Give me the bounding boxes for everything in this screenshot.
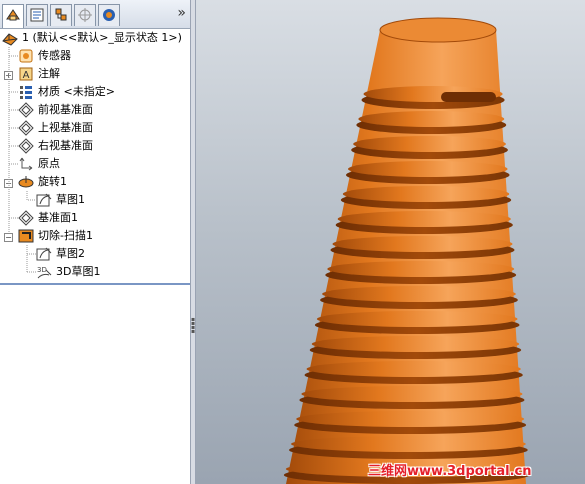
tree-item-label: 右视基准面	[38, 139, 93, 152]
expand-revolve-icon[interactable]: −	[4, 179, 13, 188]
tree-item-label: 材质 <未指定>	[38, 85, 115, 98]
expand-cut-sweep-icon[interactable]: −	[4, 233, 13, 242]
tab-propertymanager[interactable]	[26, 4, 48, 26]
tree-item-label: 传感器	[38, 49, 71, 62]
tree-item-label: 原点	[38, 157, 60, 170]
part-icon	[2, 33, 18, 46]
tab-dimxpert[interactable]	[74, 4, 96, 26]
plane-icon	[18, 138, 34, 154]
spiral-ring	[316, 311, 518, 327]
plane-icon	[18, 210, 34, 226]
panel-tab-bar: »	[0, 0, 190, 29]
part-slot	[441, 92, 496, 102]
annotation-icon: A	[19, 67, 33, 81]
tree-item-label: 上视基准面	[38, 121, 93, 134]
tree-panel-divider	[0, 283, 190, 285]
spiral-ring	[337, 211, 511, 227]
material-icon	[20, 86, 32, 99]
spiral-ring	[291, 436, 526, 452]
cut-sweep-icon	[18, 229, 34, 243]
splitter-grip-icon[interactable]: ▪ ▪ ▪ ▪	[191, 317, 195, 335]
featuremanager-icon	[6, 9, 20, 21]
revolve-icon	[18, 176, 34, 188]
3d-sketch-icon: 3D	[37, 266, 52, 279]
svg-text:A: A	[23, 70, 30, 81]
tree-item-label: 旋转1	[38, 175, 67, 188]
tree-item-label: 前视基准面	[38, 103, 93, 116]
svg-text:3D: 3D	[37, 266, 47, 274]
tree-item-label: 草图1	[56, 193, 85, 206]
plane-icon	[18, 120, 34, 136]
spiral-ring	[296, 411, 525, 427]
spiral-ring	[332, 236, 513, 252]
sensor-icon	[19, 49, 33, 63]
spiral-ring	[311, 336, 520, 352]
spiral-ring	[306, 361, 521, 377]
spiral-ring	[358, 111, 505, 127]
spiral-ring	[342, 186, 510, 202]
graphics-viewport[interactable]: 三维网www.3dportal.cn	[196, 0, 585, 484]
sketch-icon	[36, 193, 52, 207]
origin-icon	[19, 157, 33, 171]
tree-item-label: 基准面1	[38, 211, 78, 224]
tree-item-label: 草图2	[56, 247, 85, 260]
featuremanager-panel: » 1 (默认<<默认>_显示状态 1>) 传感器 + A 注解 材质 <未指定…	[0, 0, 190, 484]
part-top-face	[379, 17, 497, 43]
spiral-ring	[353, 136, 506, 152]
more-tabs-chevron-icon[interactable]: »	[177, 5, 186, 21]
expand-annotations-icon[interactable]: +	[4, 71, 13, 80]
tree-item-label: 3D草图1	[56, 265, 101, 278]
configurationmanager-icon	[55, 8, 67, 21]
tree-item-label: 注解	[38, 67, 60, 80]
tab-configurationmanager[interactable]	[50, 4, 72, 26]
sketch-icon	[36, 247, 52, 261]
tapered-spiral-part-model[interactable]	[196, 0, 585, 484]
spiral-ring	[301, 386, 523, 402]
tree-root-label: 1 (默认<<默认>_显示状态 1>)	[22, 31, 182, 44]
display-manager-icon	[103, 9, 115, 21]
tab-featuremanager[interactable]	[2, 4, 24, 28]
dimxpert-icon	[78, 8, 92, 22]
tab-display-manager[interactable]	[98, 4, 120, 26]
propertymanager-icon	[30, 8, 44, 22]
tree-item-label: 切除-扫描1	[38, 229, 93, 242]
plane-icon	[18, 102, 34, 118]
spiral-ring	[322, 286, 516, 302]
spiral-ring	[347, 161, 508, 177]
spiral-ring	[327, 261, 515, 277]
watermark: 三维网www.3dportal.cn	[368, 464, 532, 479]
